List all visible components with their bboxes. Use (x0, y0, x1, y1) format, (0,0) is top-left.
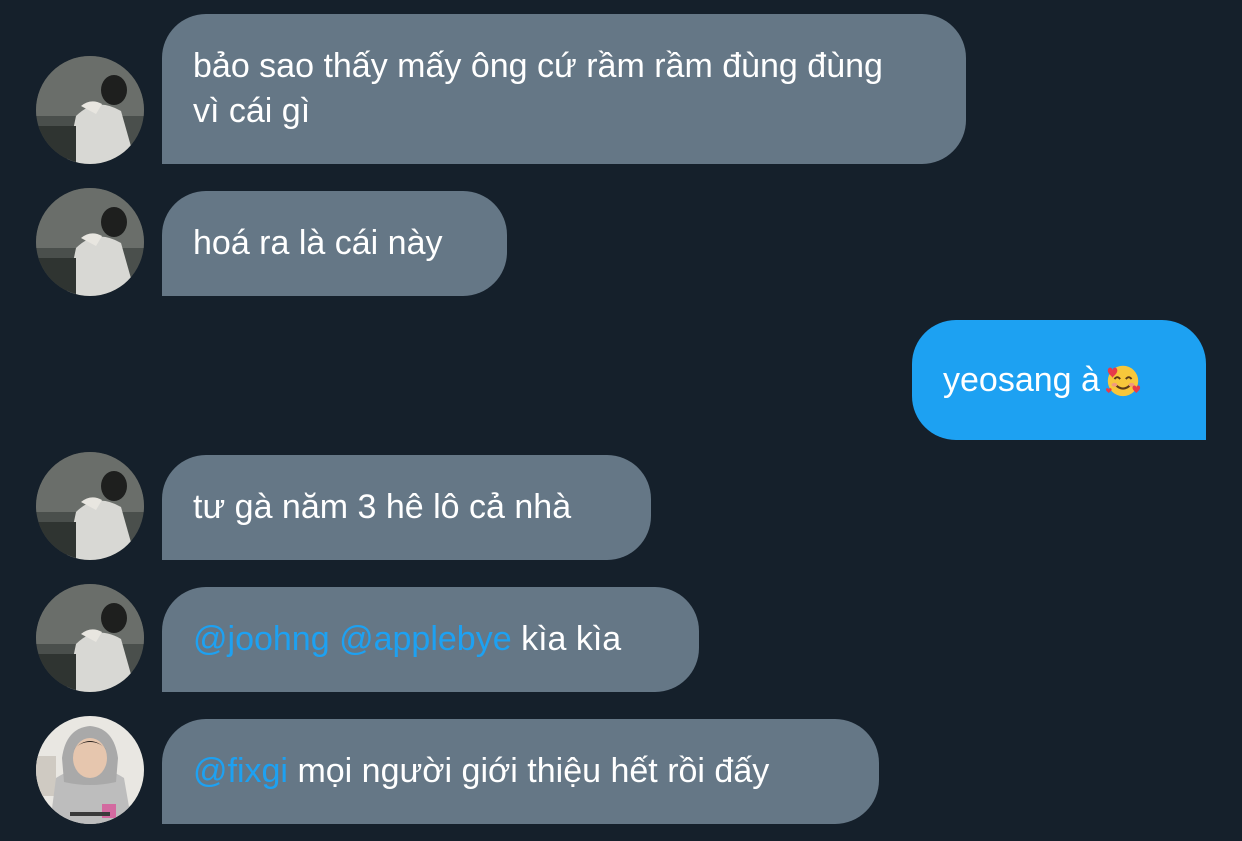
sender-avatar[interactable] (36, 56, 144, 164)
avatar-photo-icon (36, 56, 144, 164)
message-text: bảo sao thấy mấy ông cứ rầm rầm đùng đùn… (193, 47, 883, 130)
message-bubble-outgoing[interactable]: yeosang à (912, 320, 1206, 440)
sender-avatar[interactable] (36, 584, 144, 692)
message-text: hoá ra là cái này (193, 224, 443, 262)
mention-link[interactable]: @applebye (339, 620, 512, 658)
message-text: yeosang à (943, 360, 1100, 399)
sender-avatar[interactable] (36, 452, 144, 560)
smiling-face-with-hearts-icon (1105, 365, 1141, 397)
message-bubble[interactable]: tư gà năm 3 hê lô cả nhà (162, 455, 651, 560)
avatar-photo-icon (36, 716, 144, 824)
avatar-photo-icon (36, 452, 144, 560)
message-bubble[interactable]: hoá ra là cái này (162, 191, 507, 296)
message-text: tư gà năm 3 hê lô cả nhà (193, 488, 572, 526)
avatar-photo-icon (36, 188, 144, 296)
message-bubble[interactable]: bảo sao thấy mấy ông cứ rầm rầm đùng đùn… (162, 14, 966, 164)
avatar-photo-icon (36, 584, 144, 692)
mention-link[interactable]: @joohng (193, 620, 330, 658)
message-bubble[interactable]: @fixgi mọi người giới thiệu hết rồi đấy (162, 719, 879, 824)
sender-avatar[interactable] (36, 716, 144, 824)
sender-avatar[interactable] (36, 188, 144, 296)
message-text: mọi người giới thiệu hết rồi đấy (297, 752, 770, 790)
message-text: kìa kìa (521, 620, 622, 658)
message-bubble[interactable]: @joohng @applebye kìa kìa (162, 587, 699, 692)
mention-link[interactable]: @fixgi (193, 752, 288, 790)
